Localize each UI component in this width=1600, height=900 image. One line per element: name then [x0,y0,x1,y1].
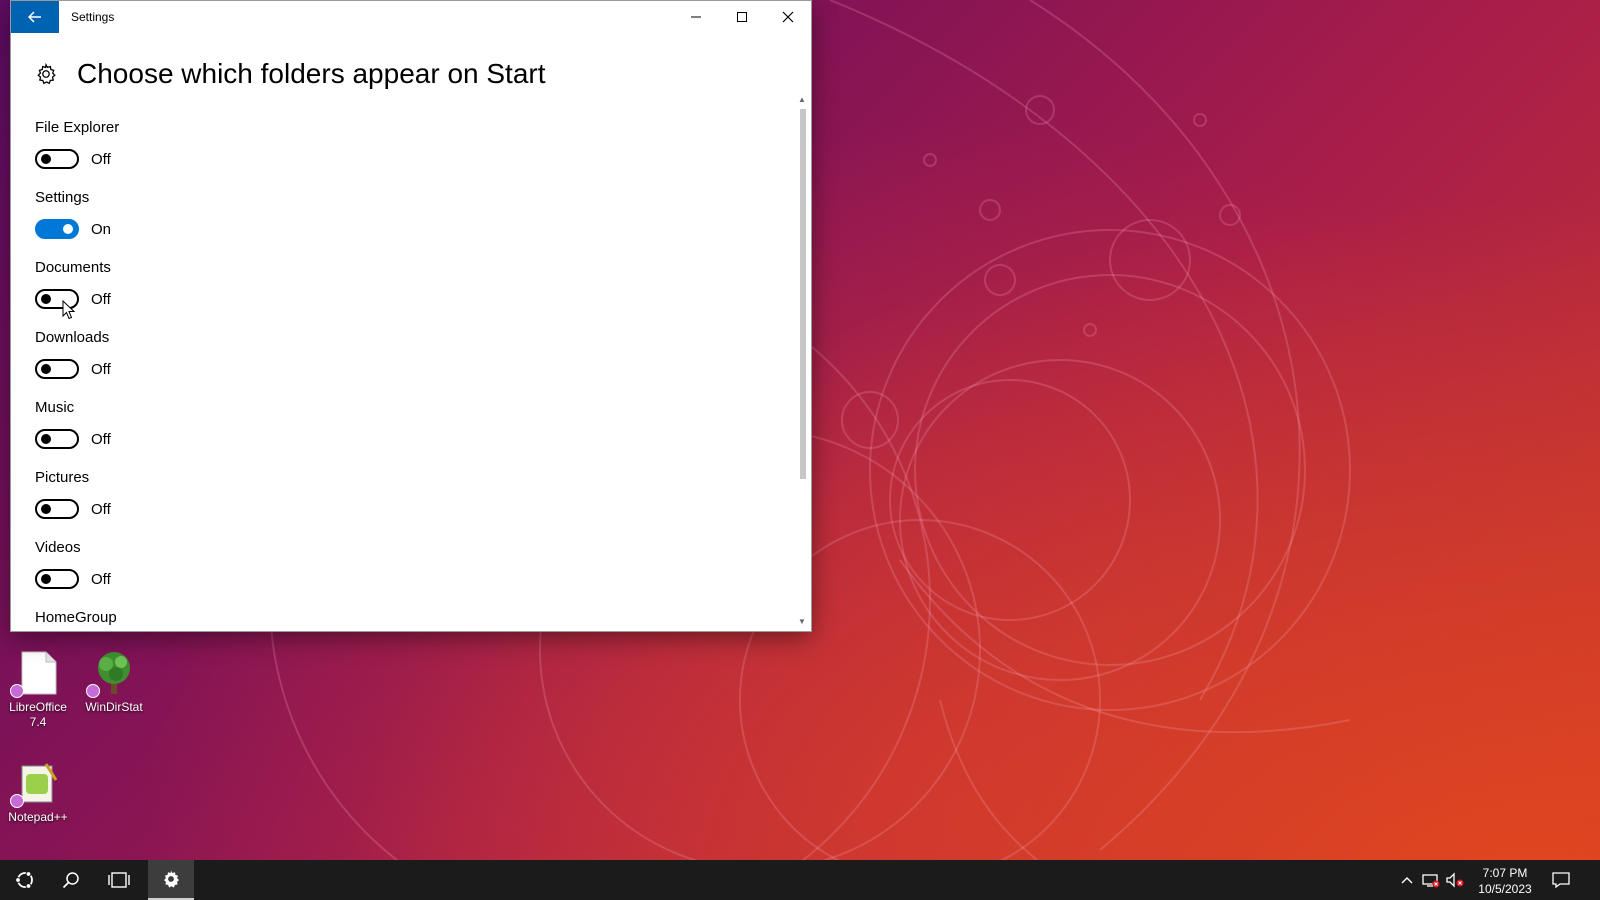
taskbar: 7:07 PM 10/5/2023 [0,860,1600,900]
clock-time: 7:07 PM [1482,866,1528,880]
setting-file-explorer: File Explorer Off [35,119,120,169]
setting-music: Music Off [35,399,111,449]
setting-label: Downloads [35,329,110,346]
maximize-icon [737,12,747,22]
back-arrow-icon [28,11,41,23]
setting-settings: Settings On [35,189,111,239]
toggle-state: Off [91,430,111,448]
settings-window: Settings Choose which folders appear on … [11,1,811,631]
search-button[interactable] [48,860,94,900]
maximize-button[interactable] [719,1,765,33]
setting-label: Documents [35,259,111,276]
toggle-state: Off [91,360,111,378]
scroll-down-icon[interactable]: ▼ [798,617,806,627]
setting-homegroup: HomeGroup [35,609,117,629]
downloads-toggle[interactable] [35,359,79,379]
network-disconnected-icon[interactable] [1422,872,1440,888]
file-explorer-toggle[interactable] [35,149,79,169]
task-view-button[interactable] [96,860,142,900]
close-icon [782,11,794,23]
libreoffice-icon [10,650,60,698]
start-icon [15,871,33,889]
music-toggle[interactable] [35,429,79,449]
notepad-plus-plus-icon [10,760,60,808]
toggle-state: Off [91,290,111,308]
desktop-icon-label: LibreOffice 7.4 [9,700,67,729]
gear-icon [37,63,56,85]
window-title: Settings [71,10,115,24]
toggle-state: Off [91,500,111,518]
page-title: Choose which folders appear on Start [77,58,546,89]
setting-label: HomeGroup [35,609,117,626]
volume-muted-icon[interactable] [1446,872,1464,888]
settings-gear-icon [164,870,179,888]
pictures-toggle[interactable] [35,499,79,519]
task-view-icon [108,872,130,888]
mouse-cursor-icon [62,300,76,320]
setting-pictures: Pictures Off [35,469,111,519]
setting-videos: Videos Off [35,539,111,589]
toggle-state: On [91,220,112,238]
clock-date: 10/5/2023 [1478,882,1532,896]
setting-documents: Documents Off [35,259,111,309]
setting-label: Videos [35,539,81,556]
desktop-icon-label: Notepad++ [8,810,68,824]
scroll-up-icon[interactable]: ▲ [798,95,806,105]
toggle-state: Off [91,570,111,588]
chevron-up-icon[interactable] [1398,872,1416,888]
videos-toggle[interactable] [35,569,79,589]
desktop: LibreOffice 7.4 WinDirStat Notepad++ Set… [0,0,1600,900]
windirstat-icon [86,650,136,698]
minimize-button[interactable] [673,1,719,33]
action-center-icon[interactable] [1552,872,1570,888]
search-icon [62,872,79,889]
page-header: Choose which folders appear on Start [35,57,546,91]
desktop-icon-notepad-plus-plus[interactable]: Notepad++ [0,760,76,825]
desktop-icon-windirstat[interactable]: WinDirStat [76,650,152,715]
taskbar-settings-button[interactable] [148,860,194,900]
folder-settings-list: File Explorer Off Settings On Documents … [35,111,775,631]
start-button[interactable] [2,860,48,900]
back-button[interactable] [11,1,59,33]
desktop-icon-label: WinDirStat [85,700,143,714]
toggle-state: Off [91,150,111,168]
window-titlebar: Settings [11,1,811,33]
vertical-scrollbar[interactable]: ▲ ▼ [796,95,808,631]
setting-downloads: Downloads Off [35,329,111,379]
setting-label: Pictures [35,469,90,486]
minimize-icon [691,16,701,18]
setting-label: Settings [35,189,90,206]
taskbar-clock[interactable]: 7:07 PM 10/5/2023 [1470,865,1540,897]
setting-label: File Explorer [35,119,120,136]
scrollbar-thumb[interactable] [800,109,806,479]
desktop-icon-libreoffice[interactable]: LibreOffice 7.4 [0,650,76,730]
settings-toggle[interactable] [35,219,79,239]
setting-label: Music [35,399,75,416]
close-button[interactable] [765,1,811,33]
